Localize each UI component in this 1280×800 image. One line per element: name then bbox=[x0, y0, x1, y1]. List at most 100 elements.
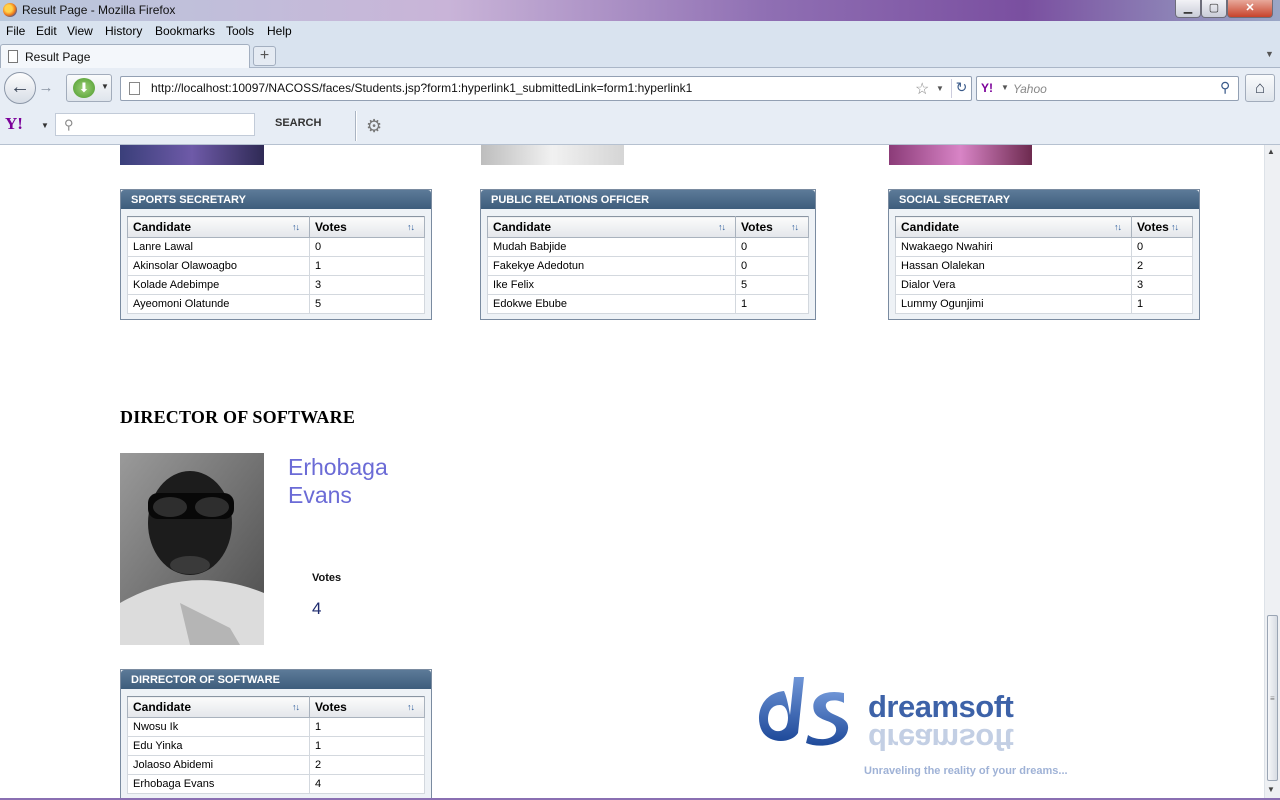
yahoo-search-button[interactable]: SEARCH bbox=[275, 117, 321, 129]
sort-icon[interactable]: ↑↓ bbox=[718, 222, 726, 232]
yahoo-engine-icon[interactable]: Y! bbox=[981, 81, 993, 95]
table-row: Lanre Lawal 0 bbox=[127, 237, 425, 257]
column-label: Candidate bbox=[133, 700, 192, 714]
sort-icon[interactable]: ↑↓ bbox=[1114, 222, 1122, 232]
results-table: Candidate ↑↓ Votes ↑↓ Mudah Babjide 0 Fakek… bbox=[487, 216, 809, 314]
table-row: Mudah Babjide 0 bbox=[487, 237, 809, 257]
chevron-down-icon[interactable]: ▼ bbox=[101, 82, 109, 91]
yahoo-logo-icon[interactable]: Y! bbox=[5, 114, 23, 134]
candidate-name: Nwosu Ik bbox=[127, 717, 310, 737]
candidate-first-name[interactable]: Erhobaga bbox=[288, 453, 448, 481]
bookmark-star-icon[interactable]: ☆ bbox=[915, 79, 929, 99]
vote-count: 2 bbox=[1131, 256, 1193, 276]
candidate-name: Erhobaga Evans bbox=[127, 774, 310, 794]
search-bar[interactable]: Y! ▼ Yahoo ⚲ bbox=[976, 76, 1239, 101]
sort-icon[interactable]: ↑↓ bbox=[1171, 222, 1179, 232]
search-icon[interactable]: ⚲ bbox=[1220, 79, 1230, 96]
yahoo-menu-chevron-icon[interactable]: ▼ bbox=[41, 121, 49, 130]
vote-count: 2 bbox=[309, 755, 425, 775]
url-text[interactable]: http://localhost:10097/NACOSS/faces/Stud… bbox=[151, 81, 692, 95]
candidate-name: Ayeomoni Olatunde bbox=[127, 294, 310, 314]
page-content: SPORTS SECRETARY Candidate ↑↓ Votes ↑↓ Lan… bbox=[0, 145, 1264, 798]
sort-icon[interactable]: ↑↓ bbox=[292, 702, 300, 712]
votes-label: Votes bbox=[312, 572, 342, 584]
section-heading: DIRECTOR OF SOFTWARE bbox=[120, 407, 356, 427]
candidate-name: Jolaoso Abidemi bbox=[127, 755, 310, 775]
new-tab-button[interactable]: + bbox=[253, 46, 276, 66]
table-row: Hassan Olalekan 2 bbox=[895, 256, 1193, 276]
scroll-up-arrow-icon[interactable]: ▲ bbox=[1267, 147, 1275, 156]
table-row: Nwakaego Nwahiri 0 bbox=[895, 237, 1193, 257]
column-header-votes[interactable]: Votes ↑↓ bbox=[1131, 216, 1193, 238]
grip-icon: ≡ bbox=[1270, 694, 1275, 703]
sort-icon[interactable]: ↑↓ bbox=[407, 702, 415, 712]
forward-button[interactable]: → bbox=[36, 79, 56, 99]
tab-result-page[interactable]: Result Page bbox=[0, 44, 250, 69]
sort-icon[interactable]: ↑↓ bbox=[407, 222, 415, 232]
vote-count: 1 bbox=[309, 736, 425, 756]
results-panel-sports-secretary: SPORTS SECRETARY Candidate ↑↓ Votes ↑↓ Lan… bbox=[120, 189, 432, 320]
scroll-down-arrow-icon[interactable]: ▼ bbox=[1267, 785, 1275, 794]
reload-button[interactable]: ↻ bbox=[951, 79, 971, 98]
candidate-portrait-image bbox=[120, 453, 264, 645]
candidate-name: Lummy Ogunjimi bbox=[895, 294, 1132, 314]
column-header-votes[interactable]: Votes ↑↓ bbox=[735, 216, 809, 238]
vote-count: 0 bbox=[735, 237, 809, 257]
history-dropdown-icon[interactable]: ▼ bbox=[936, 84, 944, 93]
menu-help[interactable]: Help bbox=[267, 24, 292, 38]
column-label: Votes bbox=[315, 700, 347, 714]
vote-count: 0 bbox=[1131, 237, 1193, 257]
table-row: Lummy Ogunjimi 1 bbox=[895, 294, 1193, 314]
menu-bar: File Edit View History Bookmarks Tools H… bbox=[0, 21, 1280, 42]
candidate-last-name[interactable]: Evans bbox=[288, 481, 448, 509]
vote-count: 1 bbox=[1131, 294, 1193, 314]
candidate-name: Lanre Lawal bbox=[127, 237, 310, 257]
results-table: Candidate ↑↓ Votes ↑↓ Lanre Lawal 0 Akinsol… bbox=[127, 216, 425, 314]
menu-bookmarks[interactable]: Bookmarks bbox=[155, 24, 215, 38]
minimize-button[interactable]: ▁ bbox=[1175, 0, 1201, 18]
menu-tools[interactable]: Tools bbox=[226, 24, 254, 38]
gear-icon[interactable]: ⚙ bbox=[366, 116, 382, 137]
column-header-votes[interactable]: Votes ↑↓ bbox=[309, 696, 425, 718]
home-button[interactable]: ⌂ bbox=[1245, 74, 1275, 102]
logo-wordmark: dreamsoft bbox=[868, 689, 1014, 724]
vote-count: 0 bbox=[735, 256, 809, 276]
scroll-thumb[interactable]: ≡ bbox=[1267, 615, 1278, 781]
column-header-candidate[interactable]: Candidate ↑↓ bbox=[487, 216, 736, 238]
candidate-name: Fakekye Adedotun bbox=[487, 256, 736, 276]
candidate-name: Hassan Olalekan bbox=[895, 256, 1132, 276]
menu-file[interactable]: File bbox=[6, 24, 25, 38]
candidate-name-link[interactable]: Erhobaga Evans bbox=[288, 453, 448, 509]
menu-history[interactable]: History bbox=[105, 24, 142, 38]
tab-list-dropdown-icon[interactable]: ▼ bbox=[1265, 49, 1274, 59]
back-button[interactable]: ← bbox=[4, 72, 36, 104]
panel-title: SOCIAL SECRETARY bbox=[889, 190, 1199, 209]
results-panel-social-secretary: SOCIAL SECRETARY Candidate ↑↓ Votes ↑↓ Nwa… bbox=[888, 189, 1200, 320]
column-header-candidate[interactable]: Candidate ↑↓ bbox=[127, 216, 310, 238]
vote-count: 5 bbox=[309, 294, 425, 314]
menu-view[interactable]: View bbox=[67, 24, 93, 38]
candidate-name: Kolade Adebimpe bbox=[127, 275, 310, 295]
candidate-name: Nwakaego Nwahiri bbox=[895, 237, 1132, 257]
candidate-name: Edokwe Ebube bbox=[487, 294, 736, 314]
page-icon bbox=[8, 50, 18, 63]
maximize-button[interactable]: ▢ bbox=[1201, 0, 1227, 18]
close-button[interactable]: ✕ bbox=[1227, 0, 1273, 18]
column-header-votes[interactable]: Votes ↑↓ bbox=[309, 216, 425, 238]
menu-edit[interactable]: Edit bbox=[36, 24, 57, 38]
engine-dropdown-icon[interactable]: ▼ bbox=[1001, 83, 1009, 92]
column-header-candidate[interactable]: Candidate ↑↓ bbox=[127, 696, 310, 718]
search-placeholder[interactable]: Yahoo bbox=[1013, 82, 1047, 96]
table-row: Ayeomoni Olatunde 5 bbox=[127, 294, 425, 314]
download-button[interactable]: ⬇ ▼ bbox=[66, 74, 112, 102]
vertical-scrollbar[interactable]: ▲ ≡ ▼ bbox=[1264, 145, 1280, 798]
column-header-candidate[interactable]: Candidate ↑↓ bbox=[895, 216, 1132, 238]
address-bar[interactable]: http://localhost:10097/NACOSS/faces/Stud… bbox=[120, 76, 972, 101]
yahoo-search-input[interactable]: ⚲ bbox=[55, 113, 255, 136]
vote-count: 4 bbox=[309, 774, 425, 794]
sort-icon[interactable]: ↑↓ bbox=[791, 222, 799, 232]
sort-icon[interactable]: ↑↓ bbox=[292, 222, 300, 232]
candidate-name: Edu Yinka bbox=[127, 736, 310, 756]
vote-count: 1 bbox=[309, 256, 425, 276]
ds-logo-mark-icon bbox=[758, 677, 849, 746]
